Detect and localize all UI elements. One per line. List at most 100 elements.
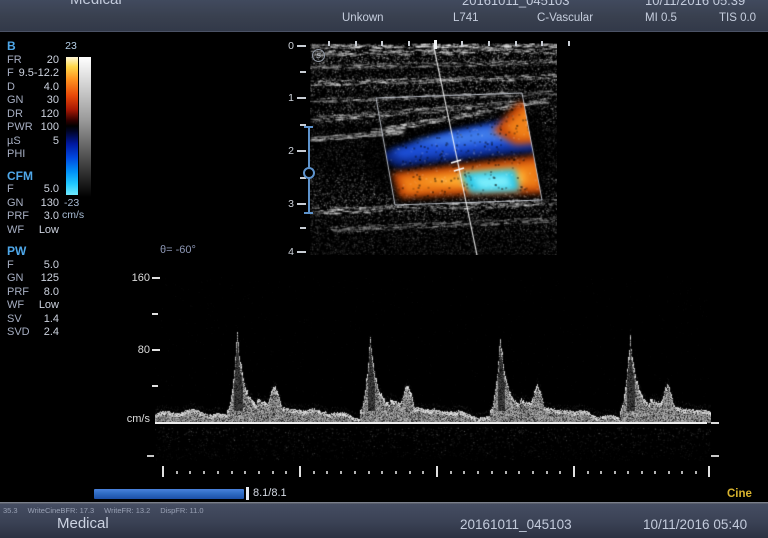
param-row: PRF 3.0 [7, 210, 59, 224]
param-row: PHI [7, 148, 59, 162]
param-row: WFLow [7, 224, 59, 238]
sub-baseline-tick [711, 455, 719, 457]
preset-name: C-Vascular [537, 12, 593, 24]
ruler-tick [297, 251, 306, 253]
colorbar-min-label: -23 [64, 197, 79, 209]
param-label: µS [7, 135, 21, 149]
spectral-baseline [155, 422, 707, 424]
ruler-dot [189, 471, 191, 474]
footer-app-title: Medical [57, 515, 109, 532]
param-label: F [7, 183, 14, 197]
probe-model: L741 [453, 12, 479, 24]
ruler-tick [408, 41, 410, 46]
ruler-tick [297, 45, 306, 47]
param-row: FR20 [7, 54, 59, 68]
param-label: DR [7, 108, 23, 122]
param-label: PRF [7, 286, 29, 300]
header-datetime: 10/11/2016 05:39 [645, 0, 745, 8]
param-section-header: CFM [7, 170, 59, 184]
ruler-tick [300, 71, 306, 73]
ruler-tick [708, 466, 710, 477]
param-value: 5.0 [44, 183, 59, 197]
ruler-dot [203, 471, 205, 474]
header-study-id: 20161011_045103 [462, 0, 570, 8]
ruler-tick [568, 41, 570, 46]
spectral-doppler-canvas [155, 276, 711, 462]
ruler-dot [450, 471, 452, 474]
velocity-label-80: 80 [124, 344, 150, 356]
ruler-dot [587, 471, 589, 474]
param-value: 9.5-12.2 [19, 67, 59, 81]
ruler-tick [300, 227, 306, 229]
ruler-dot [532, 471, 534, 474]
ruler-dot [559, 471, 561, 474]
param-label: D [7, 81, 15, 95]
footer-datetime: 10/11/2016 05:40 [643, 517, 747, 532]
param-value: 3.0 [44, 210, 59, 224]
ruler-dot [217, 471, 219, 474]
cine-progress-bar[interactable] [94, 489, 244, 499]
param-label: PWR [7, 121, 33, 135]
cine-label[interactable]: Cine [727, 488, 752, 500]
param-value: 4.0 [44, 81, 59, 95]
colorbar-unit-label: cm/s [62, 209, 84, 221]
ruler-tick [434, 40, 437, 49]
ruler-dot [313, 471, 315, 474]
param-row: F 5.0 [7, 183, 59, 197]
param-row: F 9.5-12.2 [7, 67, 59, 81]
angle-label: θ= -60° [160, 244, 196, 256]
velocity-label-160: 160 [124, 272, 150, 284]
footer-bar: 35.3 WriteCineBFR: 17.3 WriteFR: 13.2 Di… [0, 504, 768, 538]
param-value: 1.4 [44, 313, 59, 327]
param-label: SVD [7, 326, 30, 340]
param-label: FR [7, 54, 22, 68]
param-row: D 4.0 [7, 81, 59, 95]
depth-label: 1 [282, 92, 294, 104]
ruler-dot [491, 471, 493, 474]
param-label: WF [7, 224, 24, 238]
ruler-dot [409, 471, 411, 474]
ruler-dot [381, 471, 383, 474]
ruler-tick [541, 41, 543, 46]
bmode-image-canvas[interactable] [310, 43, 557, 255]
param-label: F [7, 67, 14, 81]
color-doppler-colorbar [66, 57, 78, 195]
ruler-dot [614, 471, 616, 474]
ruler-dot [368, 471, 370, 474]
patient-name: Unkown [342, 12, 384, 24]
ruler-dot [422, 471, 424, 474]
param-row: SV 1.4 [7, 313, 59, 327]
param-value: 100 [41, 121, 59, 135]
sub-baseline-tick [147, 455, 154, 457]
param-row: GN 125 [7, 272, 59, 286]
ruler-tick [297, 150, 306, 152]
param-value: 125 [41, 272, 59, 286]
ruler-dot [518, 471, 520, 474]
cine-frame-counter: 8.1/8.1 [253, 487, 287, 499]
orientation-marker: S [312, 49, 325, 62]
param-row: GN130 [7, 197, 59, 211]
param-label: WF [7, 299, 24, 313]
depth-label: 3 [282, 198, 294, 210]
ruler-dot [354, 471, 356, 474]
cine-position-marker[interactable] [246, 487, 249, 500]
disp-fr: DispFR: 11.0 [160, 506, 203, 515]
ruler-dot [285, 471, 287, 474]
ruler-dot [668, 471, 670, 474]
ruler-tick [328, 41, 330, 46]
ruler-tick [355, 41, 357, 46]
param-label: SV [7, 313, 22, 327]
param-value: 5 [53, 135, 59, 149]
param-section-header: PW [7, 245, 59, 259]
ruler-tick [488, 41, 490, 46]
fps-value: 35.3 [3, 506, 18, 515]
ruler-tick [573, 466, 575, 477]
sv-depth-marker [303, 167, 315, 179]
param-label: PRF [7, 210, 29, 224]
tis-value: TIS 0.0 [719, 12, 756, 24]
velocity-unit-label: cm/s [116, 413, 150, 425]
ruler-tick [515, 41, 517, 46]
ruler-tick [461, 41, 463, 46]
param-label: GN [7, 272, 24, 286]
parameter-panel: BFR20F9.5-12.2D4.0GN30DR120PWR100µS5PHIC… [7, 40, 59, 340]
